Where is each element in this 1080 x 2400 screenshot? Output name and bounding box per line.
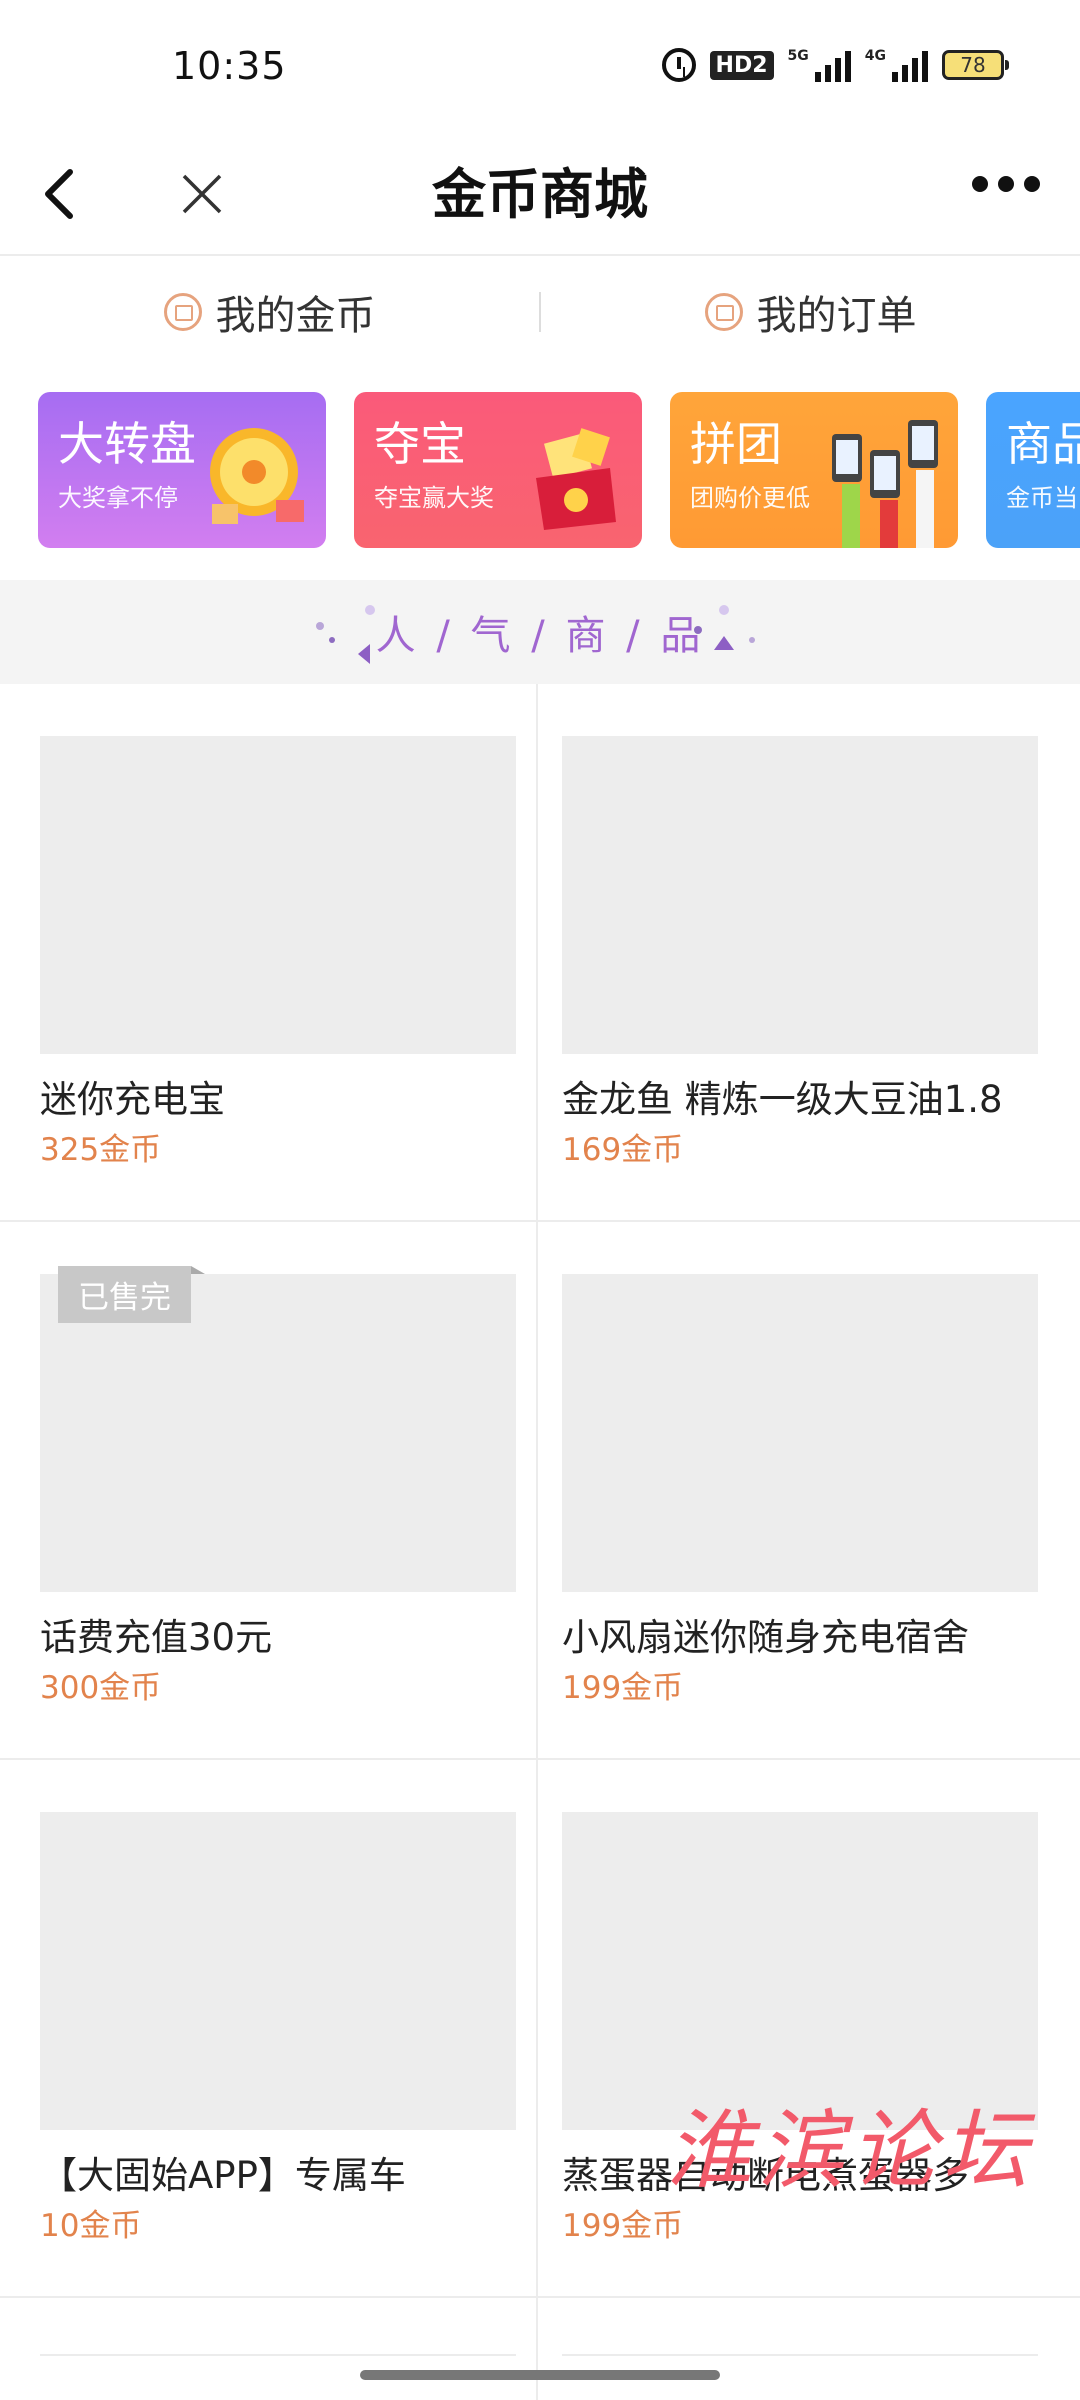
more-icon[interactable]	[972, 176, 1040, 192]
tab-my-coins-label: 我的金币	[215, 293, 376, 339]
product-name: 小风扇迷你随身充电宿舍	[562, 1616, 969, 1659]
product-image[interactable]	[562, 1274, 1038, 1592]
banner-title: 大转盘	[58, 417, 196, 471]
network-5g-label: 5G	[787, 48, 809, 64]
product-price: 300金币	[40, 1670, 162, 1706]
alarm-icon	[661, 48, 696, 82]
banner-subtitle: 大奖拿不停	[58, 484, 178, 512]
product-card[interactable]: 【大固始APP】专属车 10金币	[40, 1812, 516, 2246]
banner-title: 商品	[1006, 417, 1080, 471]
banner-treasure[interactable]: 夺宝 夺宝赢大奖	[354, 392, 642, 548]
product-name: 话费充值30元	[40, 1616, 273, 1659]
product-price: 199金币	[562, 1670, 684, 1706]
product-card[interactable]: 金龙鱼 精炼一级大豆油1.8 169金币	[562, 736, 1038, 1170]
product-image[interactable]	[40, 1812, 516, 2130]
product-name: 迷你充电宝	[40, 1078, 225, 1121]
next-row-edge	[40, 2354, 516, 2356]
product-image[interactable]	[562, 736, 1038, 1054]
product-grid: 迷你充电宝 325金币 金龙鱼 精炼一级大豆油1.8 169金币 已售完 话费充…	[0, 684, 1080, 2298]
product-card[interactable]: 小风扇迷你随身充电宿舍 199金币	[562, 1274, 1038, 1708]
product-name: 【大固始APP】专属车	[40, 2154, 406, 2197]
wheel-icon	[210, 428, 304, 524]
decor-right-icon	[694, 605, 755, 650]
sold-out-badge: 已售完	[58, 1266, 205, 1323]
battery-icon: 78	[942, 50, 1009, 80]
banner-lucky-wheel[interactable]: 大转盘 大奖拿不停	[38, 392, 326, 548]
tab-my-coins[interactable]: 我的金币	[0, 283, 539, 341]
phones-icon	[832, 420, 938, 548]
product-row: 【大固始APP】专属车 10金币 蒸蛋器自动断电煮蛋器多 199金币	[0, 1760, 1080, 2298]
red-envelope-icon	[536, 428, 616, 530]
banner-subtitle: 团购价更低	[690, 484, 810, 512]
banner-products[interactable]: 商品 金币当	[986, 392, 1080, 548]
banner-subtitle: 金币当	[1006, 484, 1078, 512]
product-row: 迷你充电宝 325金币 金龙鱼 精炼一级大豆油1.8 169金币	[0, 684, 1080, 1222]
page-title: 金币商城	[432, 163, 648, 226]
product-name: 金龙鱼 精炼一级大豆油1.8	[562, 1078, 1003, 1121]
product-price: 199金币	[562, 2208, 684, 2244]
status-time: 10:35	[172, 44, 287, 88]
product-image[interactable]	[40, 736, 516, 1054]
promo-banners: 大转盘 大奖拿不停 夺宝 夺宝赢大奖 拼团 团购价更低 商品 金币当	[38, 392, 1080, 550]
product-row: 已售完 话费充值30元 300金币 小风扇迷你随身充电宿舍 199金币	[0, 1222, 1080, 1760]
banner-group-buy[interactable]: 拼团 团购价更低	[670, 392, 958, 548]
product-price: 325金币	[40, 1132, 162, 1168]
next-row-edge	[562, 2354, 1038, 2356]
account-tabs: 我的金币 我的订单	[0, 256, 1080, 368]
navigation-bar: 金币商城	[0, 140, 1080, 256]
home-indicator[interactable]	[360, 2370, 720, 2380]
product-price: 169金币	[562, 1132, 684, 1168]
signal-5g-icon: 5G	[788, 48, 851, 82]
banner-title: 拼团	[690, 417, 782, 471]
watermark-text: 淮滨论坛	[666, 2101, 1034, 2201]
tab-my-orders-label: 我的订单	[756, 293, 917, 339]
section-title: 人 / 气 / 商 / 品	[375, 613, 705, 659]
product-image[interactable]: 已售完	[40, 1266, 516, 1592]
tab-my-orders[interactable]: 我的订单	[541, 283, 1080, 341]
signal-4g-icon: 4G	[865, 48, 928, 82]
status-icons: HD2 5G 4G 78	[661, 48, 1009, 82]
status-bar: 10:35 HD2 5G 4G 78	[0, 0, 1080, 140]
banner-subtitle: 夺宝赢大奖	[374, 484, 494, 512]
popular-products-header: 人 / 气 / 商 / 品	[0, 580, 1080, 684]
order-list-icon	[704, 293, 743, 331]
decor-left-icon	[316, 605, 375, 664]
coin-wallet-icon	[163, 293, 202, 331]
hd-voice-icon: HD2	[709, 50, 774, 80]
network-4g-label: 4G	[864, 48, 886, 64]
banner-title: 夺宝	[374, 417, 466, 471]
product-card[interactable]: 已售完 话费充值30元 300金币	[40, 1266, 516, 1708]
product-card[interactable]: 迷你充电宝 325金币	[40, 736, 516, 1170]
product-price: 10金币	[40, 2208, 142, 2244]
